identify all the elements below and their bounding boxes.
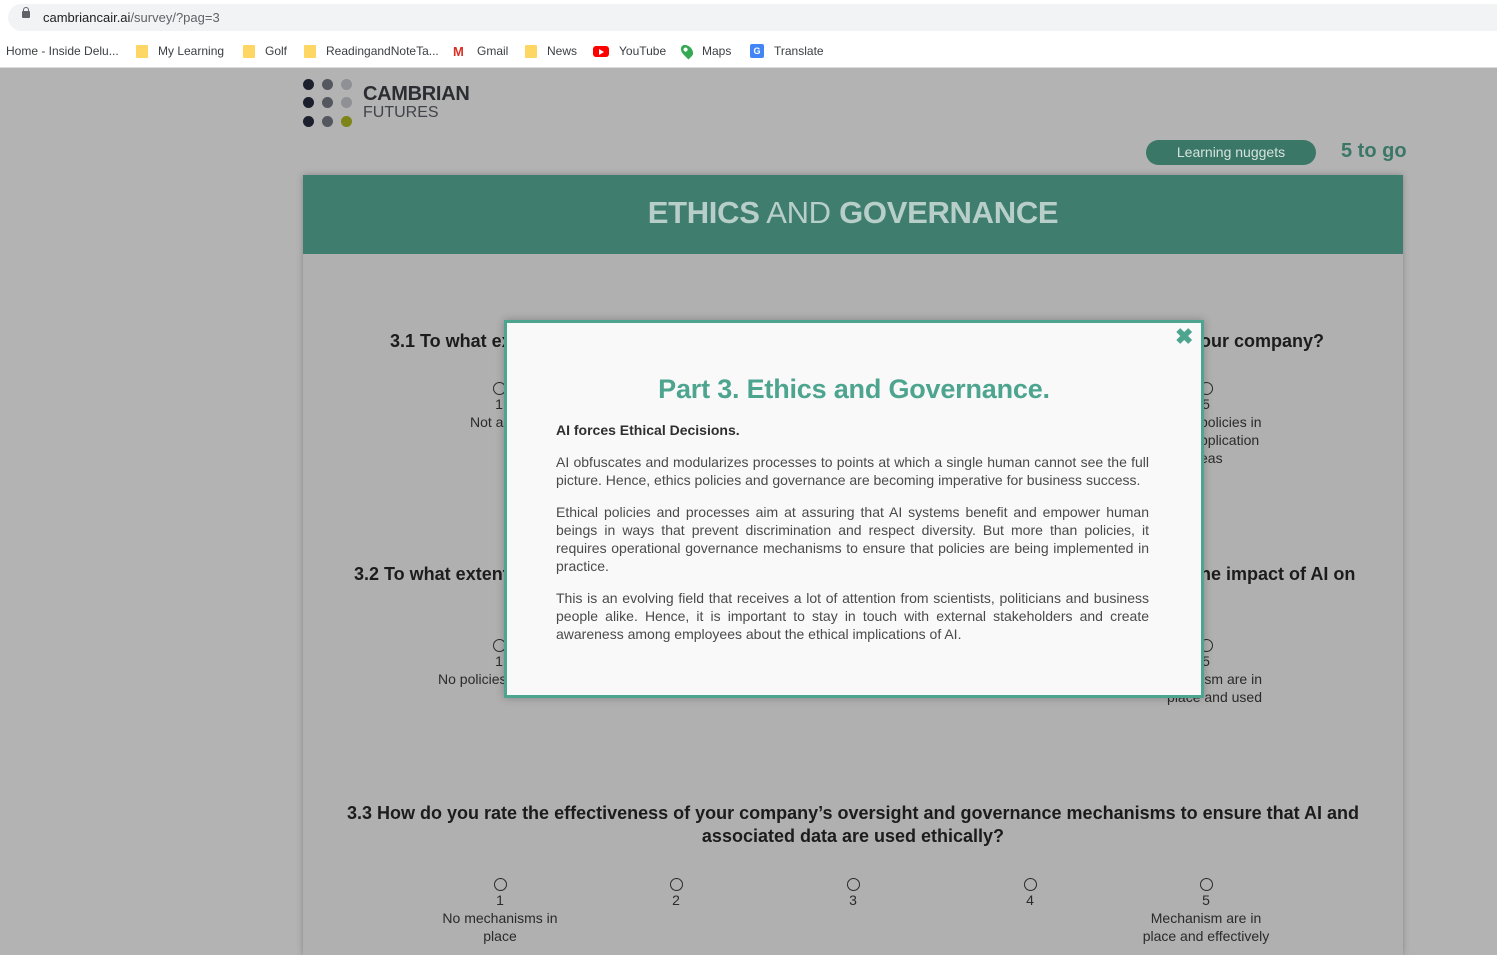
url-text[interactable]: cambriancair.ai/survey/?pag=3: [43, 10, 220, 25]
modal-paragraph-2: Ethical policies and processes aim at as…: [556, 504, 1149, 574]
bookmark-gmail[interactable]: M Gmail: [453, 42, 508, 60]
logo-dot: [341, 97, 352, 108]
logo-dot: [322, 79, 333, 90]
title-word: GOVERNANCE: [839, 195, 1059, 230]
bookmark-label: ReadingandNoteTa...: [326, 44, 439, 58]
q1-option-label: policies in pplication eas: [1200, 413, 1261, 467]
logo-dot: [341, 79, 352, 90]
logo-name: CAMBRIAN: [363, 83, 470, 105]
learning-nuggets-button[interactable]: Learning nuggets: [1146, 140, 1316, 165]
bookmark-label: Gmail: [477, 44, 509, 58]
modal-paragraph-3: This is an evolving field that receives …: [556, 590, 1149, 642]
label-line: policies in: [1200, 414, 1262, 430]
translate-icon: G: [750, 44, 764, 58]
q2-option-label: No policies: [438, 671, 507, 687]
question-3-1-left: 3.1 To what ex: [390, 331, 512, 351]
bookmark-home-inside[interactable]: Home - Inside Delu...: [6, 42, 119, 60]
q3-option-num: 1: [496, 892, 504, 908]
bookmark-news[interactable]: News: [525, 42, 577, 60]
logo-dot: [322, 116, 333, 127]
logo-dot: [322, 97, 333, 108]
address-bar[interactable]: cambriancair.ai/survey/?pag=3: [0, 0, 1497, 36]
question-3-2-right: he impact of AI on: [1200, 564, 1356, 584]
bookmark-golf[interactable]: Golf: [243, 42, 287, 60]
logo-subname: FUTURES: [363, 104, 439, 121]
lock-icon[interactable]: [22, 7, 30, 18]
logo-dot: [303, 97, 314, 108]
logo-dot: [341, 116, 352, 127]
folder-icon: [304, 44, 316, 58]
bookmark-translate[interactable]: G Translate: [750, 42, 824, 60]
bookmark-label: Maps: [702, 44, 732, 58]
q3-radio-1[interactable]: [494, 878, 507, 891]
q3-option-num: 4: [1026, 892, 1034, 908]
folder-icon: [136, 44, 148, 58]
remaining-counter: 5 to go: [1341, 140, 1407, 162]
q3-option-num: 2: [672, 892, 680, 908]
folder-icon: [525, 44, 537, 58]
maps-icon: [678, 42, 696, 60]
q3-radio-2[interactable]: [670, 878, 683, 891]
label-line: sm are in: [1204, 671, 1262, 687]
bookmark-label: My Learning: [158, 44, 225, 58]
bookmark-label: Translate: [774, 44, 824, 58]
question-3-3: 3.3 How do you rate the effectiveness of…: [347, 803, 1359, 846]
youtube-icon: [593, 45, 609, 57]
logo-dots: [303, 79, 353, 129]
logo-dot: [303, 116, 314, 127]
q3-radio-5[interactable]: [1200, 878, 1213, 891]
title-word: AND: [766, 195, 831, 230]
bookmark-label: Golf: [265, 44, 288, 58]
q3-radio-4[interactable]: [1024, 878, 1037, 891]
omnibox[interactable]: [8, 4, 1497, 31]
bookmark-reading[interactable]: ReadingandNoteTa...: [304, 42, 439, 60]
q3-option-num: 3: [849, 892, 857, 908]
close-icon[interactable]: ✖: [1175, 326, 1193, 348]
q3-option-label: No mechanisms in place: [442, 910, 558, 944]
label-line: pplication: [1200, 432, 1260, 448]
bookmark-my-learning[interactable]: My Learning: [136, 42, 224, 60]
question-3-1-right: our company?: [1200, 331, 1325, 351]
title-word: ETHICS: [647, 195, 760, 230]
folder-icon: [243, 44, 255, 58]
logo-dot: [303, 79, 314, 90]
q3-option-label: Mechanism are in place and effectively: [1142, 910, 1270, 944]
modal-title: Part 3. Ethics and Governance.: [658, 374, 1050, 404]
bookmark-label: Home - Inside Delu...: [6, 44, 119, 58]
bookmark-maps[interactable]: Maps: [678, 42, 732, 60]
modal-subtitle: AI forces Ethical Decisions.: [556, 422, 740, 438]
bookmark-label: News: [547, 44, 578, 58]
bookmarks-bar: Home - Inside Delu... My Learning Golf R…: [0, 36, 1497, 68]
q3-option-num: 5: [1202, 892, 1210, 908]
gmail-icon: M: [453, 43, 464, 59]
q1-option-label: Not a: [470, 414, 504, 430]
question-3-2-left: 3.2 To what extent: [354, 564, 509, 584]
bookmark-youtube[interactable]: YouTube: [593, 42, 666, 60]
modal-paragraph-1: AI obfuscates and modularizes processes …: [556, 454, 1149, 488]
section-title: ETHICS AND GOVERNANCE: [303, 195, 1403, 231]
q3-radio-3[interactable]: [847, 878, 860, 891]
bookmark-label: YouTube: [619, 44, 667, 58]
